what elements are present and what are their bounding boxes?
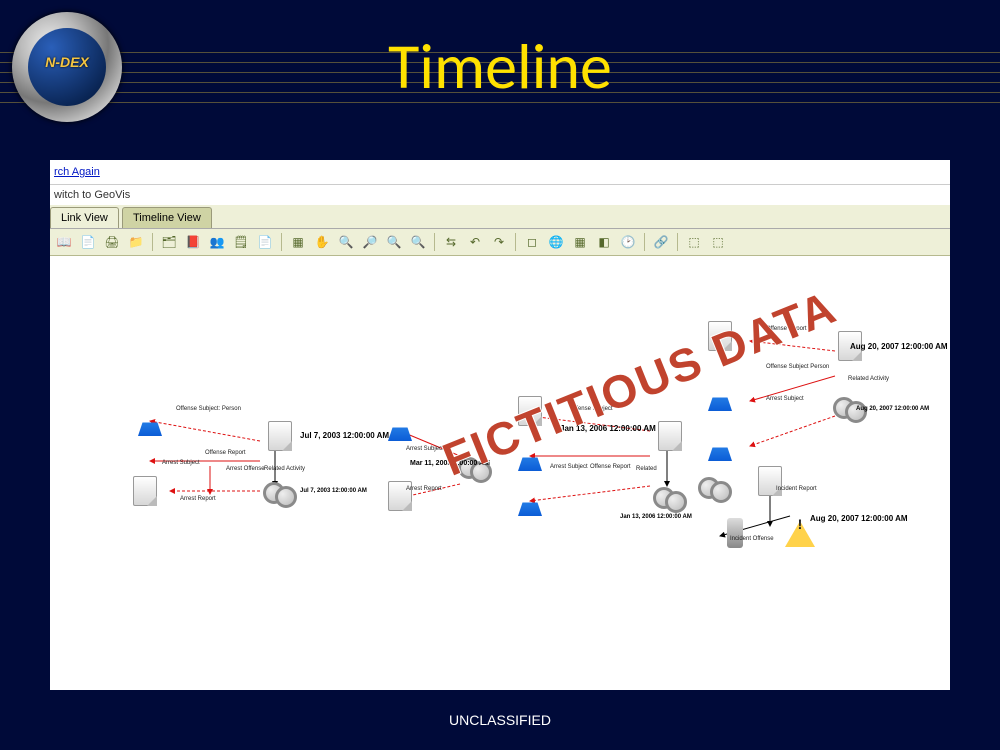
label-offense-subject: Offense Subject bbox=[570, 406, 613, 412]
label-offense-person: Offense Subject Person bbox=[766, 364, 829, 370]
handcuffs-icon[interactable] bbox=[685, 471, 745, 501]
toolbar-sep bbox=[644, 233, 645, 251]
toolbar-btn-10[interactable]: ✋ bbox=[312, 232, 332, 252]
label-related: Related bbox=[636, 466, 657, 472]
toolbar-btn-6[interactable]: 👥 bbox=[207, 232, 227, 252]
tab-timeline-view[interactable]: Timeline View bbox=[122, 207, 212, 228]
label-incident-offense: Incident Offense bbox=[730, 536, 774, 542]
switch-geovis-link[interactable]: witch to GeoVis bbox=[50, 185, 950, 205]
toolbar-btn-11[interactable]: 🔍 bbox=[336, 232, 356, 252]
toolbar-sep bbox=[434, 233, 435, 251]
label-offense-person: Offense Subject: Person bbox=[176, 406, 241, 412]
label-related-activity: Related Activity bbox=[848, 376, 889, 382]
classification-footer: UNCLASSIFIED bbox=[0, 712, 1000, 728]
top-bar: rch Again bbox=[50, 160, 950, 185]
person-icon[interactable] bbox=[500, 486, 560, 516]
timestamp: Aug 20, 2007 12:00:00 AM bbox=[856, 406, 929, 412]
search-again-link[interactable]: rch Again bbox=[50, 160, 104, 184]
person-icon[interactable] bbox=[120, 406, 180, 436]
toolbar-sep bbox=[152, 233, 153, 251]
app-window: rch Again witch to GeoVis Link View Time… bbox=[50, 160, 950, 690]
toolbar-btn-0[interactable]: 📖 bbox=[54, 232, 74, 252]
label-arrest-subject: Arrest Subject bbox=[162, 460, 200, 466]
label-arrest-offense: Arrest Offense bbox=[226, 466, 265, 472]
timestamp: Jan 13, 2006 12:00:00 AM bbox=[620, 514, 692, 520]
timestamp: Jul 7, 2003 12:00:00 AM bbox=[300, 488, 367, 494]
toolbar-btn-20[interactable]: ▦ bbox=[570, 232, 590, 252]
toolbar-btn-18[interactable]: ◻ bbox=[522, 232, 542, 252]
document-icon[interactable] bbox=[115, 476, 175, 506]
toolbar-btn-15[interactable]: ⇆ bbox=[441, 232, 461, 252]
timeline-canvas[interactable]: Offense Subject: Person Arrest Subject O… bbox=[50, 256, 950, 686]
toolbar-btn-9[interactable]: ▦ bbox=[288, 232, 308, 252]
tab-link-view[interactable]: Link View bbox=[50, 207, 119, 228]
toolbar-btn-12[interactable]: 🔎 bbox=[360, 232, 380, 252]
toolbar-btn-16[interactable]: ↶ bbox=[465, 232, 485, 252]
label-arrest-report: Arrest Report bbox=[180, 496, 216, 502]
label-arrest-subject: Arrest Subject bbox=[766, 396, 804, 402]
person-icon[interactable] bbox=[690, 431, 750, 461]
toolbar-btn-2[interactable]: 🖨 bbox=[102, 232, 122, 252]
person-icon[interactable] bbox=[690, 381, 750, 411]
label-arrest-report: Arrest Report bbox=[406, 486, 442, 492]
slide-title: Timeline bbox=[0, 28, 1000, 106]
document-icon[interactable] bbox=[500, 396, 560, 426]
toolbar-btn-21[interactable]: ◧ bbox=[594, 232, 614, 252]
label-incident-report: Incident Report bbox=[776, 486, 817, 492]
document-icon[interactable] bbox=[690, 321, 750, 351]
toolbar-btn-22[interactable]: 🕑 bbox=[618, 232, 638, 252]
toolbar-btn-25[interactable]: ⬚ bbox=[708, 232, 728, 252]
toolbar-btn-8[interactable]: 📄 bbox=[255, 232, 275, 252]
timestamp: Jan 13, 2006 12:00:00 AM bbox=[560, 424, 656, 433]
label-arrest-subject: Arrest Subject bbox=[550, 464, 588, 470]
toolbar-btn-17[interactable]: ↷ bbox=[489, 232, 509, 252]
label-related-activity: Related Activity bbox=[264, 466, 305, 472]
toolbar-btn-5[interactable]: 📕 bbox=[183, 232, 203, 252]
toolbar-btn-19[interactable]: 🌐 bbox=[546, 232, 566, 252]
toolbar-btn-14[interactable]: 🔍 bbox=[408, 232, 428, 252]
toolbar-btn-4[interactable]: 🗂 bbox=[159, 232, 179, 252]
timestamp: Aug 20, 2007 12:00:00 AM bbox=[810, 514, 908, 523]
timestamp: Aug 20, 2007 12:00:00 AM bbox=[850, 342, 948, 351]
toolbar-btn-3[interactable]: 📁 bbox=[126, 232, 146, 252]
toolbar-btn-23[interactable]: 🔗 bbox=[651, 232, 671, 252]
label-arrest-subject: Arrest Subject bbox=[406, 446, 444, 452]
toolbar-btn-1[interactable]: 📄 bbox=[78, 232, 98, 252]
toolbar-sep bbox=[515, 233, 516, 251]
toolbar-sep bbox=[677, 233, 678, 251]
toolbar-btn-24[interactable]: ⬚ bbox=[684, 232, 704, 252]
view-tabs: Link View Timeline View bbox=[50, 205, 950, 229]
toolbar-btn-7[interactable]: 🗒 bbox=[231, 232, 251, 252]
label-offense-report: Offense Report bbox=[205, 450, 246, 456]
toolbar: 📖 📄 🖨 📁 🗂 📕 👥 🗒 📄 ▦ ✋ 🔍 🔎 🔍 🔍 ⇆ ↶ ↷ ◻ 🌐 … bbox=[50, 229, 950, 256]
timestamp: Mar 11, 2003 2:00:00 AM bbox=[410, 460, 490, 467]
label-offense-report: Offense Report bbox=[766, 326, 807, 332]
toolbar-sep bbox=[281, 233, 282, 251]
toolbar-btn-13[interactable]: 🔍 bbox=[384, 232, 404, 252]
pin-icon[interactable] bbox=[705, 518, 765, 548]
label-offense-report: Offense Report bbox=[590, 464, 631, 470]
person-icon[interactable] bbox=[370, 411, 430, 441]
